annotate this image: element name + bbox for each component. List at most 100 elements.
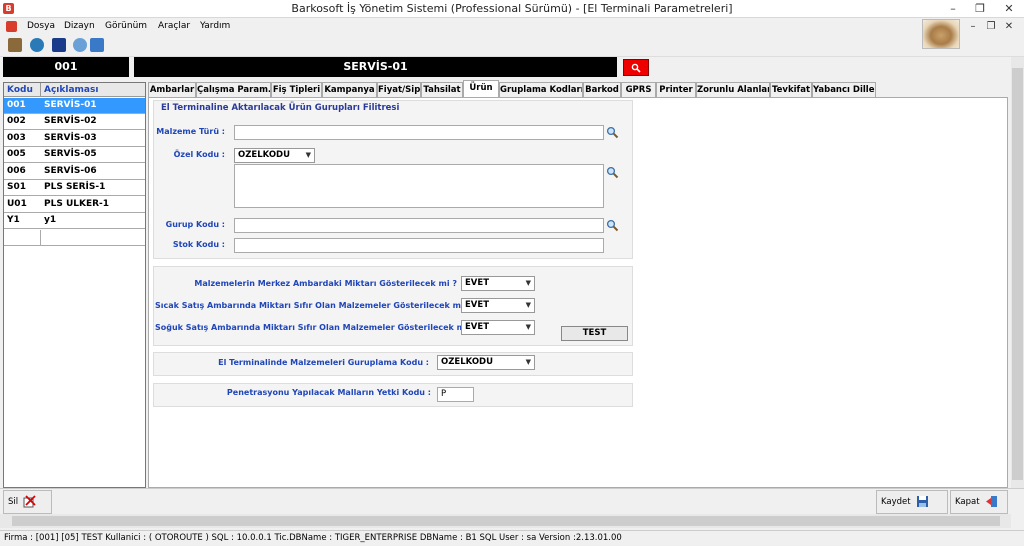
search-icon[interactable] bbox=[606, 219, 619, 232]
menu-dizayn[interactable]: Dizayn bbox=[64, 21, 95, 31]
save-label: Kaydet bbox=[881, 497, 911, 507]
list-item[interactable]: 005 SERVİS-05 bbox=[4, 147, 145, 163]
minimize-button[interactable]: – bbox=[939, 0, 967, 18]
restore-button[interactable]: ❐ bbox=[966, 0, 994, 18]
record-name: SERVİS-01 bbox=[134, 57, 617, 77]
search-icon bbox=[631, 63, 641, 73]
tab-tahsilat[interactable]: Tahsilat bbox=[421, 82, 463, 98]
list-desc: SERVİS-05 bbox=[44, 149, 97, 159]
dropdown-arrow-icon: ▼ bbox=[525, 301, 531, 309]
list-item[interactable]: 003 SERVİS-03 bbox=[4, 131, 145, 147]
close-button[interactable]: ✕ bbox=[994, 0, 1024, 18]
soguk-satis-select[interactable]: EVET ▼ bbox=[461, 320, 535, 335]
horizontal-scroll-thumb[interactable] bbox=[12, 516, 1000, 526]
list-item[interactable] bbox=[4, 230, 145, 246]
list-item[interactable]: S01 PLS SERİS-1 bbox=[4, 180, 145, 196]
sicak-satis-select[interactable]: EVET ▼ bbox=[461, 298, 535, 313]
list-item[interactable]: 001 SERVİS-01 bbox=[4, 98, 145, 114]
dropdown-arrow-icon: ▼ bbox=[525, 323, 531, 331]
list-item[interactable]: Y1 y1 bbox=[4, 213, 145, 229]
tab-barkod[interactable]: Barkod bbox=[583, 82, 621, 98]
tab-printer[interactable]: Printer bbox=[656, 82, 696, 98]
tab-zorunlu-alanlar[interactable]: Zorunlu Alanlar bbox=[696, 82, 770, 98]
list-item[interactable]: U01 PLS ULKER-1 bbox=[4, 197, 145, 213]
list-code: S01 bbox=[7, 182, 27, 192]
vertical-scroll-thumb[interactable] bbox=[1012, 68, 1023, 480]
list-desc: y1 bbox=[44, 215, 57, 225]
gurup-kodu-field[interactable] bbox=[234, 218, 604, 233]
tab-gprs[interactable]: GPRS bbox=[621, 82, 656, 98]
tab-fis-tipleri[interactable]: Fiş Tipleri bbox=[271, 82, 322, 98]
close-form-label: Kapat bbox=[955, 497, 980, 507]
record-code: 001 bbox=[3, 57, 129, 77]
list-code: 001 bbox=[7, 100, 26, 110]
list-item[interactable]: 002 SERVİS-02 bbox=[4, 114, 145, 130]
tab-kampanya[interactable]: Kampanya bbox=[322, 82, 377, 98]
tab-ambarlar[interactable]: Ambarlar bbox=[148, 82, 196, 98]
ozel-kodu-label: Özel Kodu : bbox=[173, 150, 225, 159]
grouping-select[interactable]: OZELKODU ▼ bbox=[437, 355, 535, 370]
list-desc: PLS SERİS-1 bbox=[44, 182, 106, 192]
mdi-restore-button[interactable]: ❐ bbox=[984, 20, 998, 34]
grouping-label: El Terminalinde Malzemeleri Guruplama Ko… bbox=[218, 358, 429, 367]
report-icon[interactable] bbox=[52, 38, 66, 52]
list-desc: PLS ULKER-1 bbox=[44, 199, 110, 209]
list-code: Y1 bbox=[7, 215, 20, 225]
list-desc: SERVİS-01 bbox=[44, 100, 97, 110]
globe-icon[interactable] bbox=[30, 38, 44, 52]
tab-urun[interactable]: Ürün bbox=[463, 80, 499, 98]
bottom-bar bbox=[0, 488, 1024, 514]
list-item[interactable]: 006 SERVİS-06 bbox=[4, 164, 145, 180]
list-code: 005 bbox=[7, 149, 26, 159]
menu-araclar[interactable]: Araçlar bbox=[158, 21, 190, 31]
tab-tevkifat[interactable]: Tevkifat bbox=[770, 82, 812, 98]
merkez-ambar-label: Malzemelerin Merkez Ambardaki Miktarı Gö… bbox=[194, 279, 457, 288]
dropdown-arrow-icon: ▼ bbox=[525, 358, 531, 366]
col-header-code[interactable]: Kodu bbox=[4, 83, 41, 97]
mdi-close-button[interactable]: ✕ bbox=[1002, 20, 1016, 34]
menu-gorunum[interactable]: Görünüm bbox=[105, 21, 147, 31]
network-icon[interactable] bbox=[73, 38, 87, 52]
user-icon[interactable] bbox=[8, 38, 22, 52]
tab-gruplama-kodlari[interactable]: Gruplama Kodları bbox=[499, 82, 583, 98]
malzeme-turu-field[interactable] bbox=[234, 125, 604, 140]
ozel-kodu-textarea[interactable] bbox=[234, 164, 604, 208]
malzeme-turu-label: Malzeme Türü : bbox=[156, 127, 225, 136]
penetration-field[interactable]: P bbox=[437, 387, 474, 402]
dropdown-arrow-icon: ▼ bbox=[305, 151, 311, 159]
dropdown-arrow-icon: ▼ bbox=[525, 279, 531, 287]
search-icon[interactable] bbox=[606, 126, 619, 139]
grouping-value: OZELKODU bbox=[441, 357, 494, 367]
tab-fiyat-sip[interactable]: Fiyat/Sip bbox=[377, 82, 421, 98]
mdi-minimize-button[interactable]: – bbox=[966, 20, 980, 34]
list-code: 006 bbox=[7, 166, 26, 176]
list-code bbox=[4, 230, 41, 245]
list-desc: SERVİS-02 bbox=[44, 116, 97, 126]
merkez-ambar-select[interactable]: EVET ▼ bbox=[461, 276, 535, 291]
menu-yardim[interactable]: Yardım bbox=[200, 21, 230, 31]
stok-kodu-field[interactable] bbox=[234, 238, 604, 253]
delete-label: Sil bbox=[8, 497, 19, 507]
search-icon[interactable] bbox=[606, 166, 619, 179]
save-icon bbox=[917, 496, 929, 507]
ozel-kodu-select-value: OZELKODU bbox=[238, 150, 291, 160]
penetration-label: Penetrasyonu Yapılacak Malların Yetki Ko… bbox=[226, 388, 431, 397]
test-button[interactable]: TEST bbox=[561, 326, 628, 341]
exit-icon bbox=[986, 496, 998, 507]
tab-strip: Ambarlar Çalışma Param. Fiş Tipleri Kamp… bbox=[148, 80, 1008, 98]
soguk-satis-value: EVET bbox=[465, 322, 489, 332]
exit-icon[interactable] bbox=[90, 38, 104, 52]
save-button[interactable]: Kaydet bbox=[876, 490, 948, 514]
tab-calisma-param[interactable]: Çalışma Param. bbox=[196, 82, 271, 98]
list-code: 002 bbox=[7, 116, 26, 126]
menu-bar bbox=[0, 18, 1024, 35]
tab-yabanci-diller[interactable]: Yabancı Diller bbox=[812, 82, 876, 98]
col-header-desc[interactable]: Açıklaması bbox=[41, 83, 145, 97]
close-form-button[interactable]: Kapat bbox=[950, 490, 1008, 514]
list-code: 003 bbox=[7, 133, 26, 143]
sicak-satis-label: Sıcak Satış Ambarında Miktarı Sıfır Olan… bbox=[155, 301, 472, 310]
delete-button[interactable]: Sil bbox=[3, 490, 52, 514]
ozel-kodu-select[interactable]: OZELKODU ▼ bbox=[234, 148, 315, 163]
record-search-button[interactable] bbox=[623, 59, 649, 76]
menu-dosya[interactable]: Dosya bbox=[27, 21, 55, 31]
